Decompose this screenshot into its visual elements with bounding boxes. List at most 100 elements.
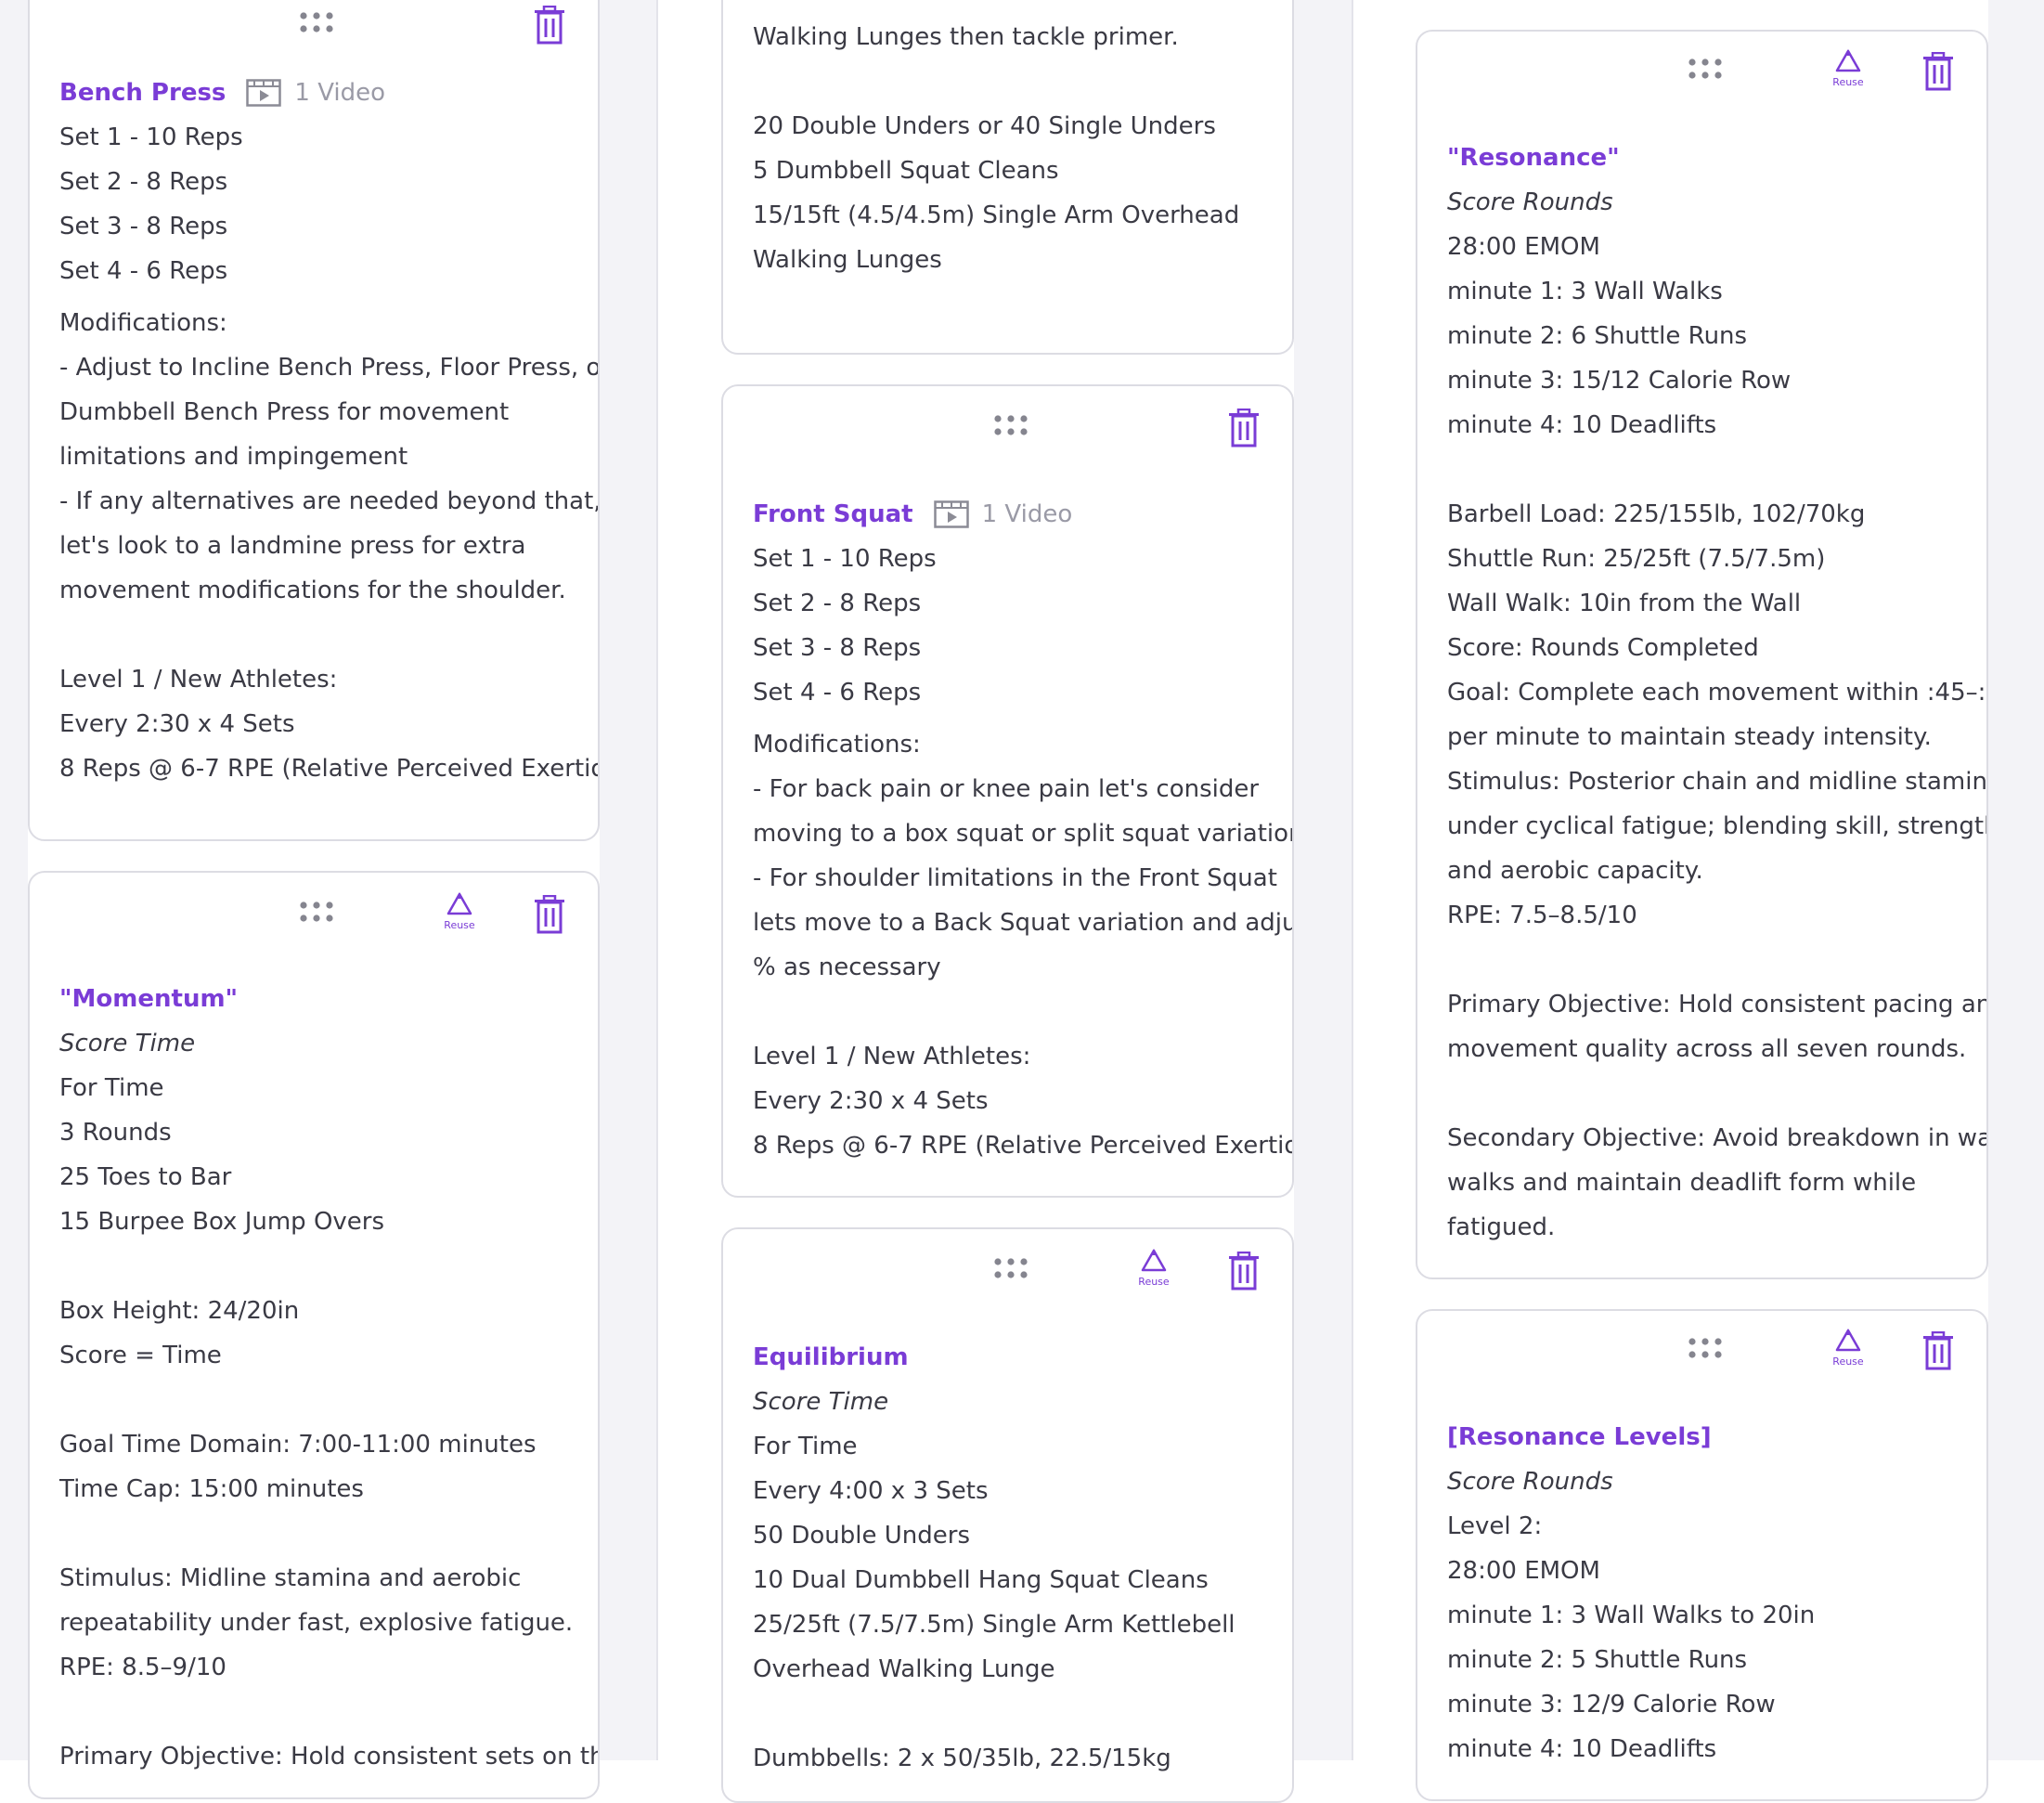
column-gutter xyxy=(600,0,657,1760)
reuse-label: Reuse xyxy=(444,919,475,931)
set-line: Set 2 - 8 Reps xyxy=(753,590,922,617)
reuse-button[interactable]: Reuse xyxy=(1828,1328,1869,1372)
workout-card-bench-press: Bench Press 1 Video Set 1 - 10 Reps Set … xyxy=(28,0,600,841)
set-line: Set 4 - 6 Reps xyxy=(59,257,228,285)
workout-title[interactable]: Bench Press xyxy=(59,71,226,115)
reuse-label: Reuse xyxy=(1138,1276,1170,1288)
column-divider xyxy=(656,0,658,1760)
note-line: moving to a box squat or split squat var… xyxy=(753,820,1294,848)
trash-icon[interactable] xyxy=(1922,1331,1954,1370)
video-icon[interactable] xyxy=(246,79,282,107)
workout-title[interactable]: Equilibrium xyxy=(753,1335,1274,1380)
reuse-button[interactable]: Reuse xyxy=(1133,1248,1174,1292)
workout-title[interactable]: [Resonance Levels] xyxy=(1447,1415,1968,1459)
workout-line xyxy=(1447,1071,1968,1116)
workout-line: RPE: 8.5–9/10 xyxy=(59,1654,226,1681)
workout-line: Wall Walk: 10in from the Wall xyxy=(1447,590,1802,617)
workout-line: Goal: Complete each movement within :45–… xyxy=(1447,679,1988,707)
note-line: Level 1 / New Athletes: xyxy=(59,666,338,694)
note-line: 8 Reps @ 6-7 RPE (Relative Perceived Exe… xyxy=(59,755,600,783)
workout-line: minute 1: 3 Wall Walks to 20in xyxy=(1447,1602,1816,1629)
workout-line: Overhead Walking Lunge xyxy=(753,1655,1055,1683)
workout-line xyxy=(59,1378,579,1422)
score-type: Score Time xyxy=(59,1030,196,1057)
trash-icon[interactable] xyxy=(534,6,565,45)
trash-icon[interactable] xyxy=(534,895,565,934)
workout-line: 50 Double Unders xyxy=(753,1522,970,1550)
note-line: movement modifications for the shoulder. xyxy=(59,577,566,604)
note-line: Level 1 / New Athletes: xyxy=(753,1043,1031,1070)
trash-icon[interactable] xyxy=(1228,409,1260,448)
trash-icon[interactable] xyxy=(1922,52,1954,91)
workout-line: For Time xyxy=(59,1074,164,1102)
workout-line: 3 Rounds xyxy=(59,1119,172,1147)
workout-line xyxy=(753,59,1274,104)
video-icon[interactable] xyxy=(933,500,969,528)
note-line xyxy=(753,990,1274,1034)
drag-handle-icon[interactable] xyxy=(993,414,1028,436)
reuse-button[interactable]: Reuse xyxy=(439,891,480,936)
drag-handle-icon[interactable] xyxy=(1688,58,1723,80)
video-count[interactable]: 1 Video xyxy=(982,492,1073,537)
reuse-recycle-icon xyxy=(1835,1329,1861,1352)
workout-line: Primary Objective: Hold consistent pacin… xyxy=(1447,991,1988,1018)
trash-icon[interactable] xyxy=(1228,1252,1260,1291)
score-type: Score Rounds xyxy=(1447,188,1613,216)
workout-line: Every 4:00 x 3 Sets xyxy=(753,1477,989,1505)
workout-line: Shuttle Run: 25/25ft (7.5/7.5m) xyxy=(1447,545,1826,573)
video-count[interactable]: 1 Video xyxy=(294,71,385,115)
workout-line xyxy=(59,1511,579,1556)
workout-card-front-squat: Front Squat 1 Video Set 1 - 10 Reps Set … xyxy=(721,384,1294,1198)
workout-line: minute 3: 12/9 Calorie Row xyxy=(1447,1691,1776,1719)
workout-line xyxy=(1447,938,1968,982)
note-line: lets move to a Back Squat variation and … xyxy=(753,909,1294,937)
column-gutter xyxy=(1294,0,1352,1760)
drag-handle-icon[interactable] xyxy=(299,901,334,923)
workout-line: Stimulus: Midline stamina and aerobic xyxy=(59,1564,522,1592)
note-line: 8 Reps @ 6-7 RPE (Relative Perceived Exe… xyxy=(753,1132,1294,1160)
reuse-button[interactable]: Reuse xyxy=(1828,48,1869,93)
workout-card-momentum: Reuse "Momentum" Score Time For Time 3 R… xyxy=(28,871,600,1799)
set-line: Set 3 - 8 Reps xyxy=(59,213,228,240)
note-line: Modifications: xyxy=(59,309,227,337)
workout-line: under cyclical fatigue; blending skill, … xyxy=(1447,812,1988,840)
drag-handle-icon[interactable] xyxy=(299,11,334,33)
drag-handle-icon[interactable] xyxy=(993,1257,1028,1279)
workout-line: Goal Time Domain: 7:00-11:00 minutes xyxy=(59,1431,537,1459)
note-line: - For back pain or knee pain let's consi… xyxy=(753,775,1260,803)
set-line: Set 4 - 6 Reps xyxy=(753,679,922,707)
note-line: Every 2:30 x 4 Sets xyxy=(753,1087,989,1115)
set-line: Set 3 - 8 Reps xyxy=(753,634,922,662)
reuse-recycle-icon xyxy=(1835,49,1861,72)
workout-line: and aerobic capacity. xyxy=(1447,857,1703,885)
workout-line: walks and maintain deadlift form while xyxy=(1447,1169,1917,1197)
workout-line: 25 Toes to Bar xyxy=(59,1163,232,1191)
workout-line: 10 Dual Dumbbell Hang Squat Cleans xyxy=(753,1566,1209,1594)
note-line: % as necessary xyxy=(753,953,941,981)
workout-title[interactable]: "Momentum" xyxy=(59,977,579,1021)
workout-line: 25/25ft (7.5/7.5m) Single Arm Kettlebell xyxy=(753,1611,1235,1639)
workout-line: 28:00 EMOM xyxy=(1447,233,1600,261)
workout-line xyxy=(1447,448,1968,492)
workout-line: per minute to maintain steady intensity. xyxy=(1447,723,1932,751)
workout-card-resonance-levels: Reuse [Resonance Levels] Score Rounds Le… xyxy=(1416,1309,1988,1801)
workout-title[interactable]: "Resonance" xyxy=(1447,136,1968,180)
workout-line: 20 Double Unders or 40 Single Unders xyxy=(753,112,1216,140)
note-line: Dumbbell Bench Press for movement xyxy=(59,398,510,426)
score-type: Score Time xyxy=(753,1388,889,1416)
drag-handle-icon[interactable] xyxy=(1688,1337,1723,1359)
workout-line: 28:00 EMOM xyxy=(1447,1557,1600,1585)
workout-line: minute 1: 3 Wall Walks xyxy=(1447,278,1723,305)
workout-title[interactable]: Front Squat xyxy=(753,492,913,537)
workout-line xyxy=(59,1690,579,1734)
reuse-label: Reuse xyxy=(1832,1355,1864,1368)
note-line: limitations and impingement xyxy=(59,443,408,471)
note-line: - For shoulder limitations in the Front … xyxy=(753,864,1277,892)
workout-line xyxy=(59,1244,579,1289)
note-line: Modifications: xyxy=(753,731,921,759)
reuse-recycle-icon xyxy=(1141,1249,1167,1272)
set-line: Set 2 - 8 Reps xyxy=(59,168,228,196)
workout-card-resonance: Reuse "Resonance" Score Rounds 28:00 EMO… xyxy=(1416,30,1988,1279)
workout-line: Secondary Objective: Avoid breakdown in … xyxy=(1447,1124,1988,1152)
column-gutter-right xyxy=(1988,0,2044,1760)
